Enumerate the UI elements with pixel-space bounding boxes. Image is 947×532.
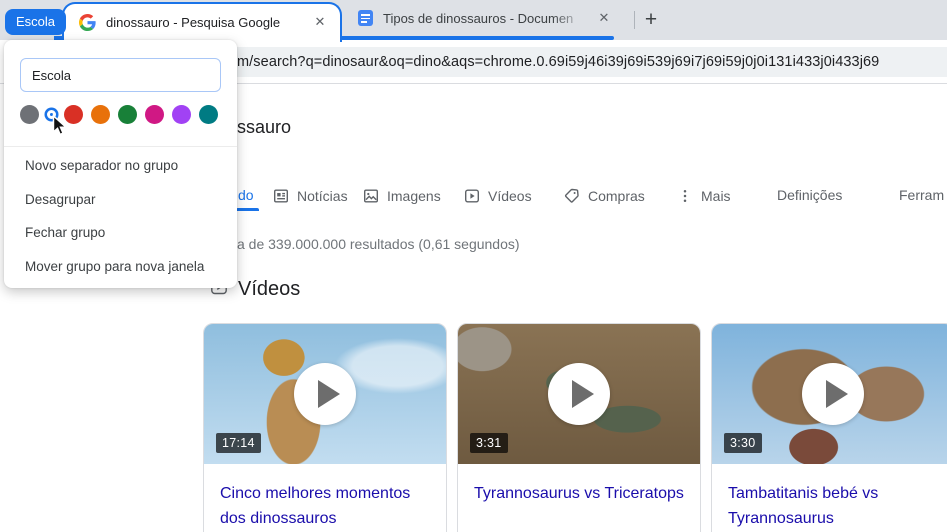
tab-docs[interactable]: Tipos de dinossauros - Documen ✕ bbox=[346, 0, 622, 36]
play-button-icon[interactable] bbox=[294, 363, 356, 425]
tab-strip: Escola dinossauro - Pesquisa Google ✕ Ti… bbox=[0, 0, 947, 40]
tab-group-menu: Novo separador no grupo Desagrupar Fecha… bbox=[4, 40, 237, 288]
menu-items: Novo separador no grupo Desagrupar Fecha… bbox=[4, 149, 237, 283]
image-icon bbox=[362, 187, 380, 205]
tab-label: Imagens bbox=[387, 188, 441, 204]
browser-window: Escola dinossauro - Pesquisa Google ✕ Ti… bbox=[0, 0, 947, 532]
google-favicon-icon bbox=[79, 14, 96, 31]
color-orange[interactable] bbox=[91, 105, 110, 124]
tab-noticias[interactable]: Notícias bbox=[272, 187, 348, 205]
search-query-text: ssauro bbox=[237, 117, 291, 138]
video-title-link[interactable]: Tyrannosaurus vs Triceratops bbox=[458, 464, 700, 506]
video-card[interactable]: 3:31 Tyrannosaurus vs Triceratops bbox=[457, 323, 701, 532]
close-tab-icon[interactable]: ✕ bbox=[594, 8, 614, 28]
play-button-icon[interactable] bbox=[802, 363, 864, 425]
tab-divider bbox=[634, 11, 635, 29]
tab-imagens[interactable]: Imagens bbox=[362, 187, 441, 205]
color-green[interactable] bbox=[118, 105, 137, 124]
color-blue-selected[interactable] bbox=[47, 110, 56, 119]
tab-title-fade bbox=[552, 4, 594, 32]
color-red[interactable] bbox=[64, 105, 83, 124]
menu-item-ungroup[interactable]: Desagrupar bbox=[4, 183, 237, 217]
video-title-link[interactable]: Cinco melhores momentos dos dinossauros bbox=[204, 464, 446, 531]
group-color-picker bbox=[20, 104, 218, 124]
video-card[interactable]: 17:14 Cinco melhores momentos dos dinoss… bbox=[203, 323, 447, 532]
tab-google-search[interactable]: dinossauro - Pesquisa Google ✕ bbox=[62, 2, 342, 42]
tab-label: Notícias bbox=[297, 188, 348, 204]
tab-label: Compras bbox=[588, 188, 645, 204]
video-thumbnail[interactable]: 17:14 bbox=[204, 324, 446, 464]
tools-link[interactable]: Ferram bbox=[899, 187, 944, 203]
tag-icon bbox=[563, 187, 581, 205]
video-duration-badge: 3:31 bbox=[470, 433, 508, 453]
tab-title: dinossauro - Pesquisa Google bbox=[106, 15, 310, 30]
video-card[interactable]: 3:30 Tambatitanis bebé vs Tyrannosaurus bbox=[711, 323, 947, 532]
close-tab-icon[interactable]: ✕ bbox=[310, 12, 330, 32]
video-cards-row: 17:14 Cinco melhores momentos dos dinoss… bbox=[203, 323, 947, 532]
menu-item-move-group-new-window[interactable]: Mover grupo para nova janela bbox=[4, 250, 237, 284]
result-stats: a de 339.000.000 resultados (0,61 segund… bbox=[237, 236, 520, 252]
video-duration-badge: 17:14 bbox=[216, 433, 261, 453]
tab-compras[interactable]: Compras bbox=[563, 187, 645, 205]
settings-link[interactable]: Definições bbox=[777, 187, 842, 203]
tab-group-badge[interactable]: Escola bbox=[5, 9, 66, 35]
google-docs-icon bbox=[358, 10, 373, 26]
news-icon bbox=[272, 187, 290, 205]
video-title-link[interactable]: Tambatitanis bebé vs Tyrannosaurus bbox=[712, 464, 947, 531]
play-button-icon[interactable] bbox=[548, 363, 610, 425]
menu-item-close-group[interactable]: Fechar grupo bbox=[4, 216, 237, 250]
url-text: m/search?q=dinosaur&oq=dino&aqs=chrome.0… bbox=[237, 54, 947, 70]
active-tab-underline bbox=[236, 208, 259, 211]
video-duration-badge: 3:30 bbox=[724, 433, 762, 453]
tab-mais[interactable]: Mais bbox=[676, 187, 731, 205]
color-grey[interactable] bbox=[20, 105, 39, 124]
group-name-input[interactable] bbox=[20, 58, 221, 92]
video-thumbnail[interactable]: 3:30 bbox=[712, 324, 947, 464]
tab-tudo[interactable]: do bbox=[238, 187, 254, 203]
color-cyan[interactable] bbox=[199, 105, 218, 124]
tab-label: Mais bbox=[701, 188, 731, 204]
new-tab-button[interactable]: + bbox=[638, 7, 664, 33]
color-pink[interactable] bbox=[145, 105, 164, 124]
section-title: Vídeos bbox=[238, 278, 300, 301]
menu-item-new-tab-in-group[interactable]: Novo separador no grupo bbox=[4, 149, 237, 183]
menu-separator bbox=[4, 146, 237, 147]
more-vertical-icon bbox=[676, 187, 694, 205]
tab-videos[interactable]: Vídeos bbox=[463, 187, 532, 205]
video-icon bbox=[463, 187, 481, 205]
video-thumbnail[interactable]: 3:31 bbox=[458, 324, 700, 464]
color-purple[interactable] bbox=[172, 105, 191, 124]
tab-label: Vídeos bbox=[488, 188, 532, 204]
